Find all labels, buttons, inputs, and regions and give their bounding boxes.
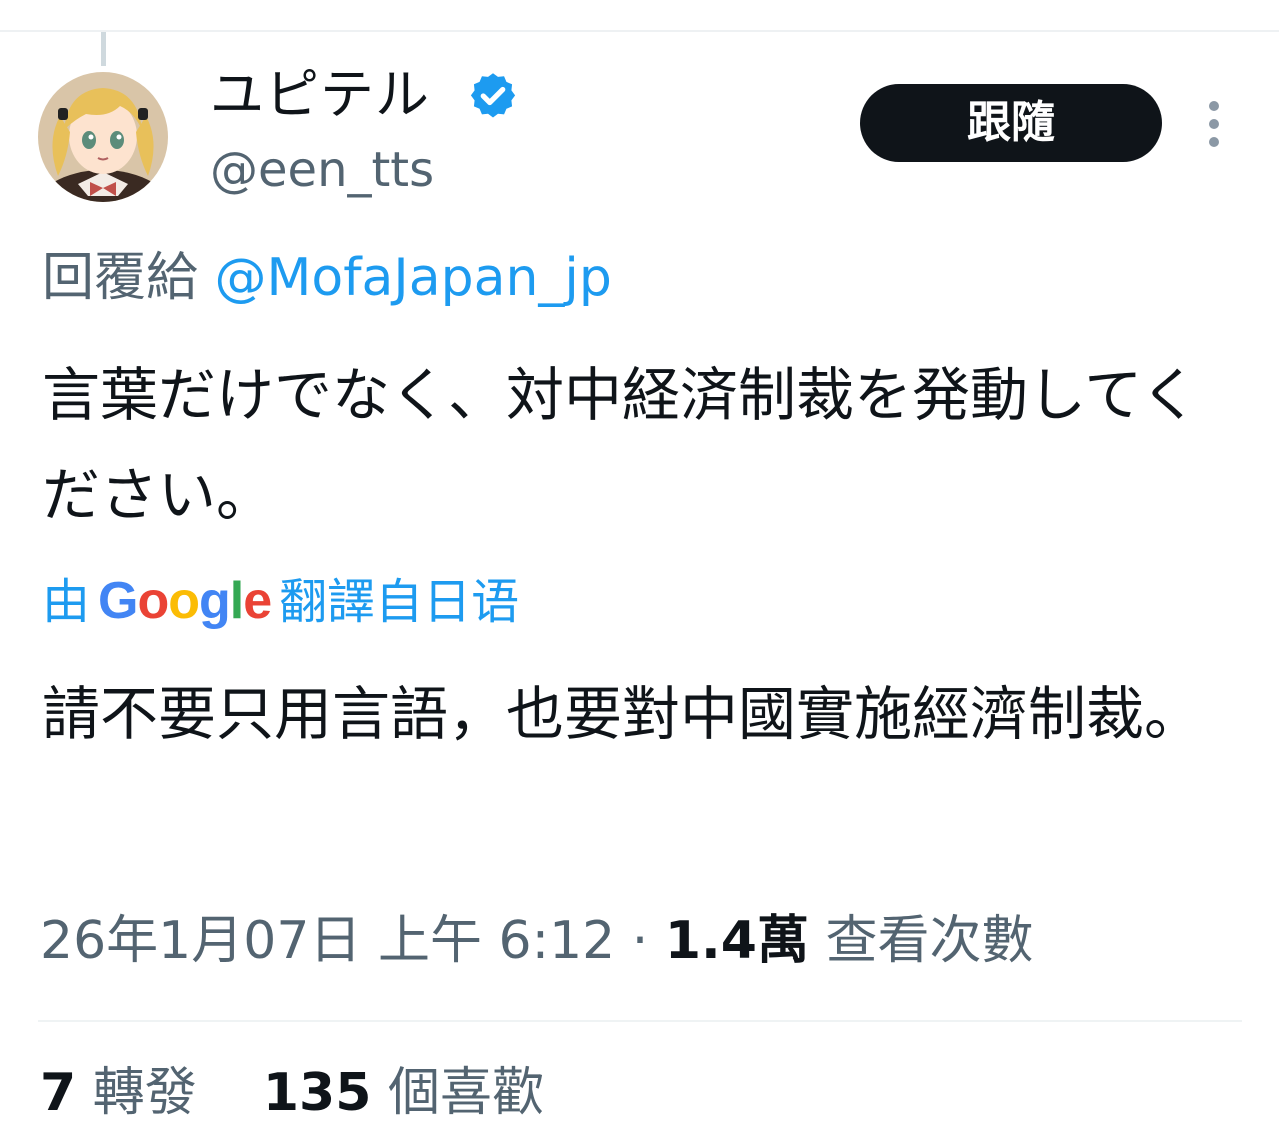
translation-attribution[interactable]: 由 Google 翻譯自日语 [42,570,519,633]
retweets-label: 轉發 [92,1063,197,1123]
thread-connector-line [101,32,106,66]
anime-avatar-icon [38,72,168,202]
views-count: 1.4萬 [664,911,809,971]
likes-stat[interactable]: 135 個喜歡 [263,1063,544,1123]
verified-badge-icon [470,73,516,118]
engagement-stats: 7 轉發 135 個喜歡 [40,1060,544,1126]
top-divider [0,30,1279,32]
reply-context: 回覆給 @MofaJapan_jp [42,246,612,310]
stats-divider [38,1020,1242,1022]
likes-label: 個喜歡 [387,1063,544,1123]
meta-separator: · [631,911,649,971]
tweet-text: 言葉だけでなく、対中経済制裁を発動してください。 [42,361,1199,529]
author-display-name[interactable]: ユピテル [210,62,430,128]
retweets-stat[interactable]: 7 轉發 [40,1063,197,1123]
translation-prefix: 由 [42,574,91,630]
tweet-meta: 26年1月07日 上午 6:12 · 1.4萬 查看次數 [40,908,1034,974]
google-logo: Google [98,572,272,630]
translation-suffix: 翻譯自日语 [279,574,520,630]
reply-mention-link[interactable]: @MofaJapan_jp [215,248,612,308]
more-vertical-icon[interactable] [1198,98,1230,150]
author-handle[interactable]: @een_tts [210,140,434,200]
translated-tweet-text: 請不要只用言語，也要對中國實施經濟制裁。 [42,680,1203,748]
views-label: 查看次數 [825,911,1034,971]
likes-count: 135 [262,1063,372,1123]
follow-button[interactable]: 跟隨 [860,84,1162,162]
retweets-count: 7 [40,1063,77,1123]
avatar[interactable] [38,72,168,202]
timestamp[interactable]: 26年1月07日 上午 6:12 [40,911,615,971]
reply-prefix: 回覆給 [42,248,199,308]
